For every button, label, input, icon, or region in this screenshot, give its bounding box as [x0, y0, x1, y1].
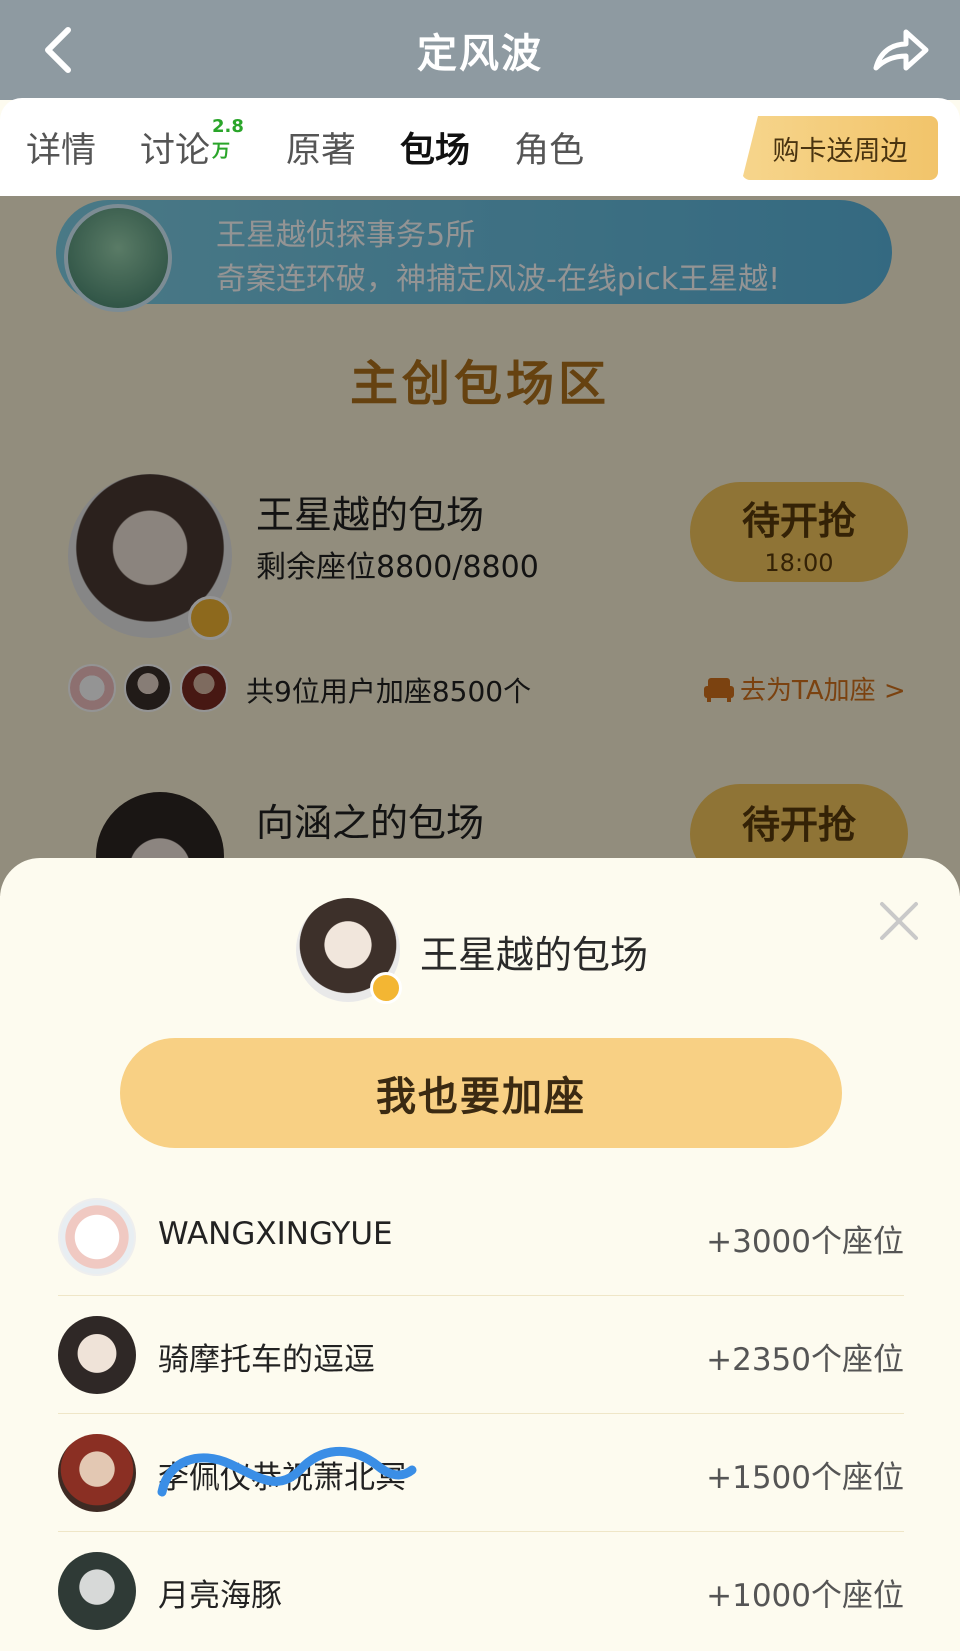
top-nav-bar: 定风波: [0, 0, 960, 100]
verified-badge-icon: [370, 972, 402, 1004]
tab-discussion-label: 讨论: [140, 130, 211, 171]
buy-card-promo-button[interactable]: 购卡送周边: [742, 116, 938, 180]
sheet-title: 王星越的包场: [420, 933, 649, 977]
share-icon[interactable]: [870, 22, 930, 78]
list-item[interactable]: WANGXINGYUE +3000个座位: [58, 1178, 904, 1296]
tab-original-novel[interactable]: 原著: [286, 122, 356, 173]
tab-booking[interactable]: 包场: [400, 122, 470, 173]
modal-backdrop[interactable]: [0, 196, 960, 896]
join-add-seat-button[interactable]: 我也要加座: [120, 1038, 842, 1148]
tab-discussion[interactable]: 讨论 2.8万: [140, 116, 244, 173]
seat-count: +1500个座位: [706, 1460, 904, 1496]
user-name: WANGXINGYUE: [158, 1216, 393, 1252]
avatar: [58, 1198, 136, 1276]
discussion-count-badge: 2.8万: [212, 115, 244, 162]
seat-count: +1000个座位: [706, 1578, 904, 1614]
list-item[interactable]: 骑摩托车的逗逗 +2350个座位: [58, 1296, 904, 1414]
list-item[interactable]: 月亮海豚 +1000个座位: [58, 1532, 904, 1650]
back-arrow-icon[interactable]: [36, 24, 82, 76]
tab-characters[interactable]: 角色: [514, 122, 584, 173]
user-name: 骑摩托车的逗逗: [158, 1342, 375, 1378]
close-icon[interactable]: [876, 898, 922, 944]
page-title: 定风波: [417, 31, 543, 77]
blue-scribble-annotation: [157, 1447, 417, 1497]
tab-details[interactable]: 详情: [26, 122, 96, 173]
avatar: [58, 1552, 136, 1630]
seat-count: +2350个座位: [706, 1342, 904, 1378]
avatar: [58, 1316, 136, 1394]
booking-detail-sheet: 王星越的包场 我也要加座 WANGXINGYUE +3000个座位 骑摩托车的逗…: [0, 858, 960, 1651]
user-name: 月亮海豚: [158, 1578, 282, 1614]
tab-bar: 详情 讨论 2.8万 原著 包场 角色 购卡送周边: [0, 98, 960, 196]
avatar: [58, 1434, 136, 1512]
seat-count: +3000个座位: [706, 1224, 904, 1260]
